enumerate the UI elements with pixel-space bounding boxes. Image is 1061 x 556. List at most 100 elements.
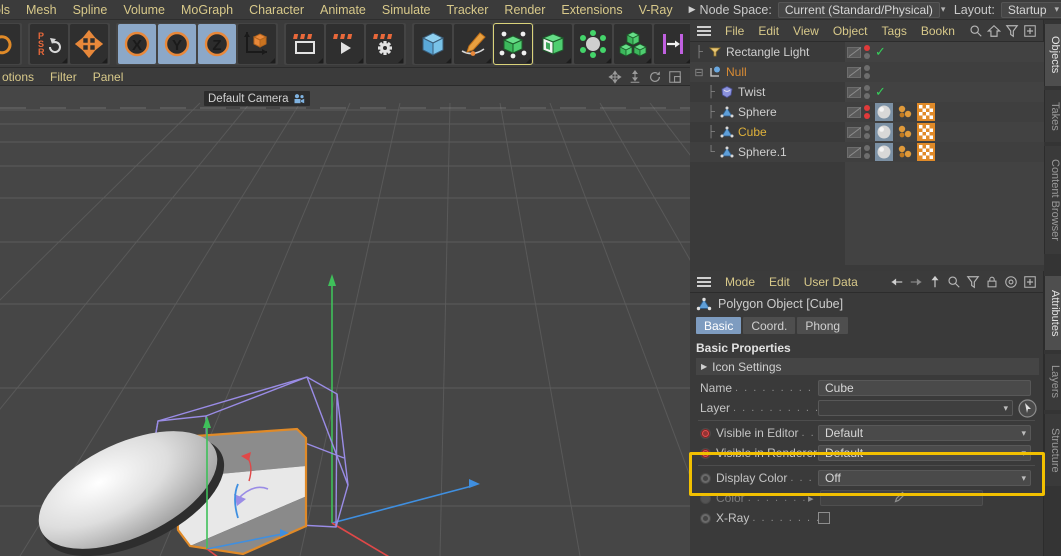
filter-icon[interactable] xyxy=(966,275,980,289)
om-row-visibility[interactable]: ✓ xyxy=(847,44,886,60)
layer-picker-button[interactable] xyxy=(1018,399,1037,418)
pan-icon[interactable] xyxy=(608,69,622,84)
xray-checkbox[interactable] xyxy=(818,512,830,524)
render-settings-button[interactable] xyxy=(366,23,404,64)
phong-tag[interactable] xyxy=(896,123,914,141)
maximize-icon[interactable] xyxy=(668,70,682,84)
render-visibility-dot[interactable] xyxy=(864,73,870,79)
tab-phong[interactable]: Phong xyxy=(797,317,849,334)
om-menu-object[interactable]: Object xyxy=(826,24,875,38)
target-icon[interactable] xyxy=(1004,275,1018,289)
cube-primitive-button[interactable] xyxy=(414,23,452,64)
am-menu-edit[interactable]: Edit xyxy=(762,275,797,289)
om-row-visibility[interactable] xyxy=(847,145,870,159)
nurbs-button[interactable] xyxy=(534,23,572,64)
rotate-icon[interactable] xyxy=(648,70,662,84)
chevron-down-icon[interactable]: ▾ xyxy=(1003,403,1008,414)
render-visibility-dot[interactable] xyxy=(864,93,870,99)
table-row[interactable]: └ Sphere.1 xyxy=(690,142,1044,162)
viewport-3d[interactable]: Default Camera xyxy=(0,86,690,556)
world-object-coordinate-button[interactable] xyxy=(238,23,276,64)
menu-item-mograph[interactable]: MoGraph xyxy=(173,3,241,17)
menu-item-mesh[interactable]: Mesh xyxy=(18,3,65,17)
triangle-right-icon[interactable]: ▶ xyxy=(701,362,707,371)
tab-attributes[interactable]: Attributes xyxy=(1044,276,1061,350)
menu-item-volume[interactable]: Volume xyxy=(115,3,173,17)
mograph-array-button[interactable] xyxy=(614,23,652,64)
display-color-dropdown[interactable]: Off ▾ xyxy=(818,470,1031,486)
search-icon[interactable] xyxy=(969,24,983,38)
tab-content-browser[interactable]: Content Browser xyxy=(1044,146,1061,254)
table-row[interactable]: ├ Twist ✓ xyxy=(690,82,1044,102)
material-tag[interactable] xyxy=(875,103,893,121)
render-visibility-dot[interactable] xyxy=(864,133,870,139)
uv-tag[interactable] xyxy=(917,123,935,141)
viewport-menu-options[interactable]: otions xyxy=(0,70,42,84)
render-view-button[interactable] xyxy=(286,23,324,64)
chevron-down-icon[interactable]: ▾ xyxy=(1021,448,1026,459)
undo-button[interactable] xyxy=(0,23,20,64)
visible-in-renderer-dropdown[interactable]: Default ▾ xyxy=(818,445,1031,461)
om-row-visibility[interactable] xyxy=(847,105,870,119)
uv-tag[interactable] xyxy=(917,143,935,161)
dolly-icon[interactable] xyxy=(628,69,642,84)
tab-coord[interactable]: Coord. xyxy=(743,317,796,334)
editor-visibility-dot[interactable] xyxy=(864,85,870,91)
up-arrow-icon[interactable] xyxy=(928,275,942,289)
scene-nodes-button[interactable] xyxy=(654,23,692,64)
menu-item-render[interactable]: Render xyxy=(496,3,553,17)
filter-icon[interactable] xyxy=(1005,24,1019,38)
tab-basic[interactable]: Basic xyxy=(696,317,742,334)
table-row[interactable]: ├ Sphere xyxy=(690,102,1044,122)
editor-visibility-dot[interactable] xyxy=(864,45,870,51)
display-color-radio[interactable] xyxy=(700,472,711,484)
tab-layers[interactable]: Layers xyxy=(1044,354,1061,410)
name-input[interactable]: Cube xyxy=(818,380,1031,396)
render-visibility-dot[interactable] xyxy=(864,113,870,119)
om-menu-file[interactable]: File xyxy=(718,24,751,38)
home-icon[interactable] xyxy=(987,24,1001,38)
eyedropper-icon[interactable] xyxy=(892,491,906,505)
om-menu-edit[interactable]: Edit xyxy=(751,24,786,38)
material-tag[interactable] xyxy=(875,143,893,161)
menu-item-extensions[interactable]: Extensions xyxy=(553,3,630,17)
lock-icon[interactable] xyxy=(985,275,999,289)
material-tag[interactable] xyxy=(875,123,893,141)
editor-visibility-dot[interactable] xyxy=(864,105,870,111)
render-visibility-dot[interactable] xyxy=(864,153,870,159)
hamburger-icon[interactable] xyxy=(690,25,718,37)
om-row-visibility[interactable]: ✓ xyxy=(847,84,886,100)
deformer-button[interactable] xyxy=(574,23,612,64)
table-row[interactable]: ├ Cube xyxy=(690,122,1044,142)
hamburger-icon[interactable] xyxy=(690,276,718,288)
viewport-menu-filter[interactable]: Filter xyxy=(42,70,85,84)
triangle-right-icon[interactable]: ▸ xyxy=(808,492,814,505)
visible-in-editor-radio[interactable] xyxy=(700,427,711,439)
forward-arrow-icon[interactable] xyxy=(909,275,923,289)
back-arrow-icon[interactable] xyxy=(890,275,904,289)
menu-item-tools[interactable]: ols xyxy=(0,3,18,17)
visibility-box-icon[interactable] xyxy=(847,86,861,98)
spline-pen-button[interactable] xyxy=(454,23,492,64)
tab-structure[interactable]: Structure xyxy=(1044,414,1061,486)
table-row[interactable]: ⊟ Null xyxy=(690,62,1044,82)
chevron-down-icon[interactable]: ▾ xyxy=(1021,473,1026,484)
visibility-box-icon[interactable] xyxy=(847,146,861,158)
axis-x-button[interactable]: X xyxy=(118,23,156,64)
om-row-tags[interactable] xyxy=(875,143,935,161)
editor-visibility-dot[interactable] xyxy=(864,145,870,151)
xray-radio[interactable] xyxy=(700,512,711,524)
axis-y-button[interactable]: Y xyxy=(158,23,196,64)
icon-settings-fold[interactable]: ▶ Icon Settings xyxy=(696,358,1039,375)
menu-item-spline[interactable]: Spline xyxy=(65,3,116,17)
om-row-tags[interactable] xyxy=(875,103,935,121)
object-manager-tree[interactable]: ├ Rectangle Light ✓ ⊟ Null ├ Twist ✓ ├ S… xyxy=(690,42,1044,265)
menu-item-character[interactable]: Character xyxy=(241,3,312,17)
om-menu-bookmarks[interactable]: Bookn xyxy=(914,24,962,38)
editor-visibility-dot[interactable] xyxy=(864,125,870,131)
visible-in-editor-dropdown[interactable]: Default ▾ xyxy=(818,425,1031,441)
chevron-down-icon[interactable]: ▾ xyxy=(1021,428,1026,439)
am-menu-user-data[interactable]: User Data xyxy=(797,275,865,289)
tree-expand-icon[interactable]: ⊟ xyxy=(690,66,708,79)
menu-item-animate[interactable]: Animate xyxy=(312,3,374,17)
